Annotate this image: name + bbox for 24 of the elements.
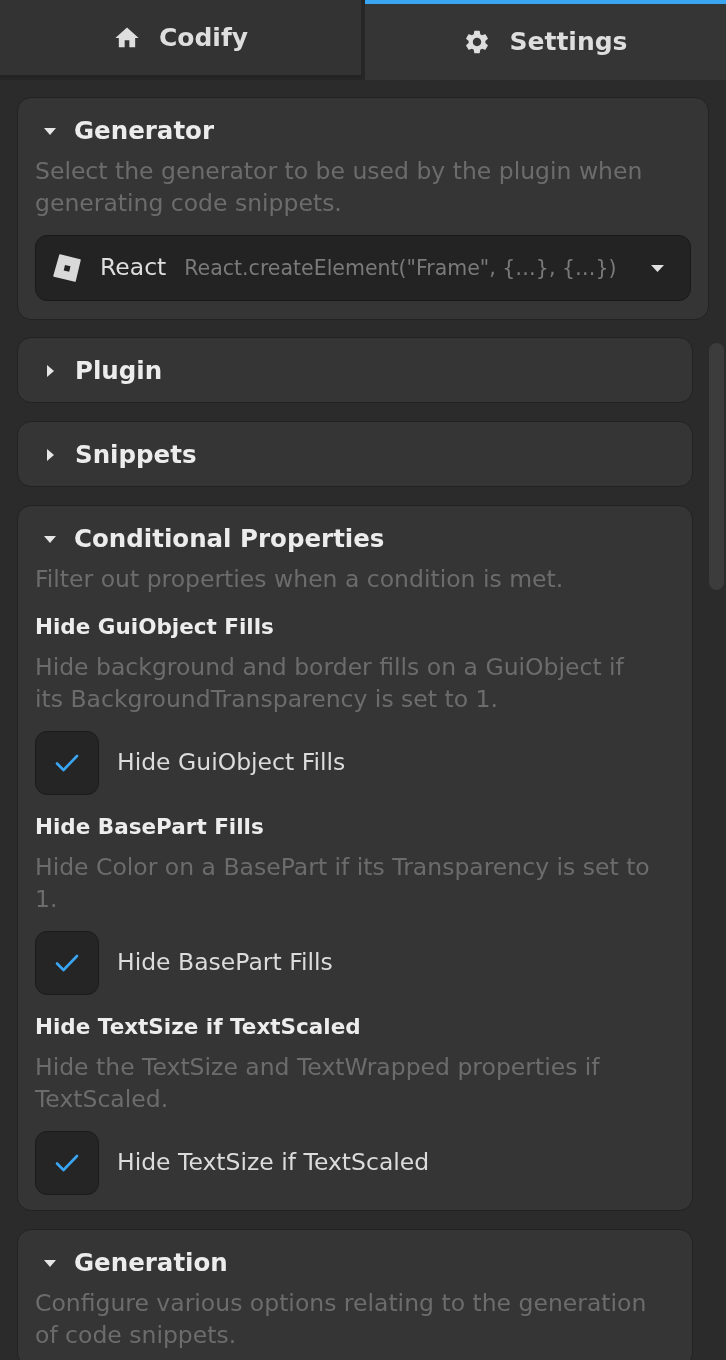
checkbox-label: Hide BasePart Fills — [117, 947, 333, 979]
generator-select[interactable]: React React.createElement("Frame", {…}, {…}) — [35, 235, 691, 301]
caret-down-icon — [651, 264, 664, 272]
checkbox-label: Hide GuiObject Fills — [117, 747, 346, 779]
option-title: Hide TextSize if TextScaled — [35, 1013, 362, 1041]
check-icon — [55, 1154, 79, 1172]
section-header[interactable]: Conditional Properties — [35, 522, 675, 556]
checkbox[interactable] — [35, 931, 99, 995]
check-icon — [55, 754, 79, 772]
tab[interactable]: Codify — [0, 0, 361, 78]
option-title: Hide BasePart Fills — [35, 813, 265, 841]
code-preview: React.createElement("Frame", {…}, {…}) — [184, 254, 617, 282]
checkbox-label: Hide TextSize if TextScaled — [117, 1147, 430, 1179]
section-header[interactable]: Plugin — [35, 354, 675, 388]
tab[interactable]: Settings — [365, 0, 726, 80]
option-title: Hide GuiObject Fills — [35, 613, 275, 641]
section-header[interactable]: Generator — [35, 114, 691, 148]
checkbox[interactable] — [35, 731, 99, 795]
section-header[interactable]: Generation — [35, 1246, 675, 1280]
tilted-square-logo-icon — [53, 254, 81, 282]
check-icon — [55, 954, 79, 972]
section-header[interactable]: Snippets — [35, 438, 675, 472]
selected-value: React — [100, 252, 167, 284]
checkbox[interactable] — [35, 1131, 99, 1195]
